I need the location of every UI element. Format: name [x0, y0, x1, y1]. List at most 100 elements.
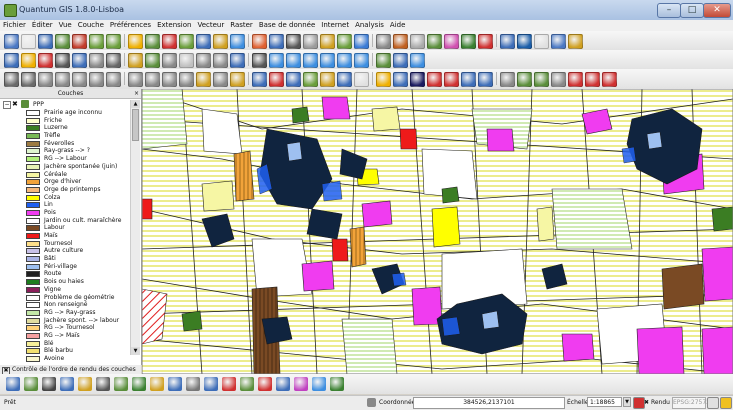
scroll-up-icon[interactable]: ▲	[131, 100, 140, 108]
toolbar-tool-icon[interactable]	[500, 72, 515, 87]
plugin-tool-icon[interactable]	[42, 377, 56, 391]
plugin-tool-icon[interactable]	[330, 377, 344, 391]
toolbar-tool-icon[interactable]	[106, 34, 121, 49]
toolbar-tool-icon[interactable]	[303, 72, 318, 87]
toolbar-tool-icon[interactable]	[252, 53, 267, 68]
toolbar-tool-icon[interactable]	[320, 72, 335, 87]
toolbar-tool-icon[interactable]	[230, 53, 245, 68]
toolbar-tool-icon[interactable]	[427, 34, 442, 49]
toolbar-tool-icon[interactable]	[128, 34, 143, 49]
toolbar-tool-icon[interactable]	[4, 34, 19, 49]
coordinate-toggle-icon[interactable]	[367, 398, 376, 407]
menu-item[interactable]: Préférences	[107, 20, 154, 31]
toolbar-tool-icon[interactable]	[269, 34, 284, 49]
plugin-tool-icon[interactable]	[78, 377, 92, 391]
toolbar-tool-icon[interactable]	[551, 72, 566, 87]
menu-item[interactable]: Aide	[387, 20, 408, 31]
plugin-tool-icon[interactable]	[168, 377, 182, 391]
toolbar-tool-icon[interactable]	[410, 53, 425, 68]
plugin-tool-icon[interactable]	[96, 377, 110, 391]
crs-icon[interactable]	[707, 397, 719, 409]
toolbar-tool-icon[interactable]	[444, 72, 459, 87]
toolbar-tool-icon[interactable]	[21, 72, 36, 87]
layer-visible-checkbox[interactable]: ✖	[12, 100, 18, 108]
toolbar-tool-icon[interactable]	[145, 72, 160, 87]
toolbar-tool-icon[interactable]	[252, 72, 267, 87]
toolbar-tool-icon[interactable]	[376, 72, 391, 87]
toolbar-tool-icon[interactable]	[286, 72, 301, 87]
toolbar-tool-icon[interactable]	[106, 72, 121, 87]
toolbar-tool-icon[interactable]	[196, 34, 211, 49]
toolbar-tool-icon[interactable]	[444, 34, 459, 49]
toolbar-tool-icon[interactable]	[393, 53, 408, 68]
toolbar-tool-icon[interactable]	[4, 53, 19, 68]
toolbar-tool-icon[interactable]	[72, 72, 87, 87]
toolbar-tool-icon[interactable]	[376, 53, 391, 68]
menu-item[interactable]: Raster	[227, 20, 256, 31]
coordinate-field[interactable]: 384526,2137101	[413, 397, 565, 409]
toolbar-tool-icon[interactable]	[106, 53, 121, 68]
toolbar-tool-icon[interactable]	[21, 34, 36, 49]
maximize-button[interactable]: □	[680, 3, 704, 18]
plugin-tool-icon[interactable]	[6, 377, 20, 391]
toolbar-tool-icon[interactable]	[461, 34, 476, 49]
toolbar-tool-icon[interactable]	[478, 34, 493, 49]
toolbar-tool-icon[interactable]	[602, 72, 617, 87]
toolbar-tool-icon[interactable]	[303, 34, 318, 49]
render-checkbox[interactable]: ✖ Rendu	[644, 399, 670, 406]
toolbar-tool-icon[interactable]	[128, 72, 143, 87]
toolbar-tool-icon[interactable]	[89, 34, 104, 49]
plugin-tool-icon[interactable]	[150, 377, 164, 391]
toolbar-tool-icon[interactable]	[252, 34, 267, 49]
plugin-tool-icon[interactable]	[258, 377, 272, 391]
toolbar-tool-icon[interactable]	[517, 34, 532, 49]
layer-tree-root[interactable]: − ✖ PPP	[3, 100, 131, 109]
menu-item[interactable]: Fichier	[0, 20, 29, 31]
toolbar-tool-icon[interactable]	[4, 72, 19, 87]
toolbar-tool-icon[interactable]	[393, 34, 408, 49]
toolbar-tool-icon[interactable]	[337, 34, 352, 49]
crs-status[interactable]: EPSG:27572	[672, 397, 710, 409]
menu-item[interactable]: Éditer	[29, 20, 56, 31]
layers-panel-close-button[interactable]: ×	[134, 89, 139, 98]
menu-item[interactable]: Extension	[154, 20, 194, 31]
toolbar-tool-icon[interactable]	[55, 53, 70, 68]
toolbar-tool-icon[interactable]	[500, 34, 515, 49]
toolbar-tool-icon[interactable]	[230, 72, 245, 87]
plugin-tool-icon[interactable]	[240, 377, 254, 391]
toolbar-tool-icon[interactable]	[534, 34, 549, 49]
plugin-tool-icon[interactable]	[132, 377, 146, 391]
menu-item[interactable]: Internet	[318, 20, 352, 31]
plugin-tool-icon[interactable]	[204, 377, 218, 391]
render-order-control[interactable]: ✖ Contrôle de l'ordre de rendu des couche…	[0, 365, 141, 375]
plugin-tool-icon[interactable]	[60, 377, 74, 391]
minimize-button[interactable]: –	[657, 3, 681, 18]
toolbar-tool-icon[interactable]	[410, 72, 425, 87]
layers-scrollbar[interactable]: ▲ ▼	[130, 100, 140, 355]
toolbar-tool-icon[interactable]	[320, 34, 335, 49]
toolbar-tool-icon[interactable]	[38, 72, 53, 87]
toolbar-tool-icon[interactable]	[410, 34, 425, 49]
menu-item[interactable]: Vecteur	[194, 20, 227, 31]
toolbar-tool-icon[interactable]	[585, 72, 600, 87]
toolbar-tool-icon[interactable]	[286, 53, 301, 68]
scroll-down-icon[interactable]: ▼	[131, 347, 140, 355]
toolbar-tool-icon[interactable]	[568, 34, 583, 49]
toolbar-tool-icon[interactable]	[213, 34, 228, 49]
toolbar-tool-icon[interactable]	[427, 72, 442, 87]
toolbar-tool-icon[interactable]	[230, 34, 245, 49]
toolbar-tool-icon[interactable]	[354, 53, 369, 68]
toolbar-tool-icon[interactable]	[337, 53, 352, 68]
menu-item[interactable]: Couche	[75, 20, 107, 31]
toolbar-tool-icon[interactable]	[55, 72, 70, 87]
toolbar-tool-icon[interactable]	[162, 53, 177, 68]
messages-icon[interactable]	[720, 397, 732, 409]
scale-field[interactable]: 1:18865	[587, 397, 622, 407]
toolbar-tool-icon[interactable]	[89, 53, 104, 68]
toolbar-tool-icon[interactable]	[21, 53, 36, 68]
toolbar-tool-icon[interactable]	[534, 72, 549, 87]
map-svg[interactable]	[142, 89, 733, 374]
toolbar-tool-icon[interactable]	[72, 34, 87, 49]
plugin-tool-icon[interactable]	[186, 377, 200, 391]
toolbar-tool-icon[interactable]	[376, 34, 391, 49]
